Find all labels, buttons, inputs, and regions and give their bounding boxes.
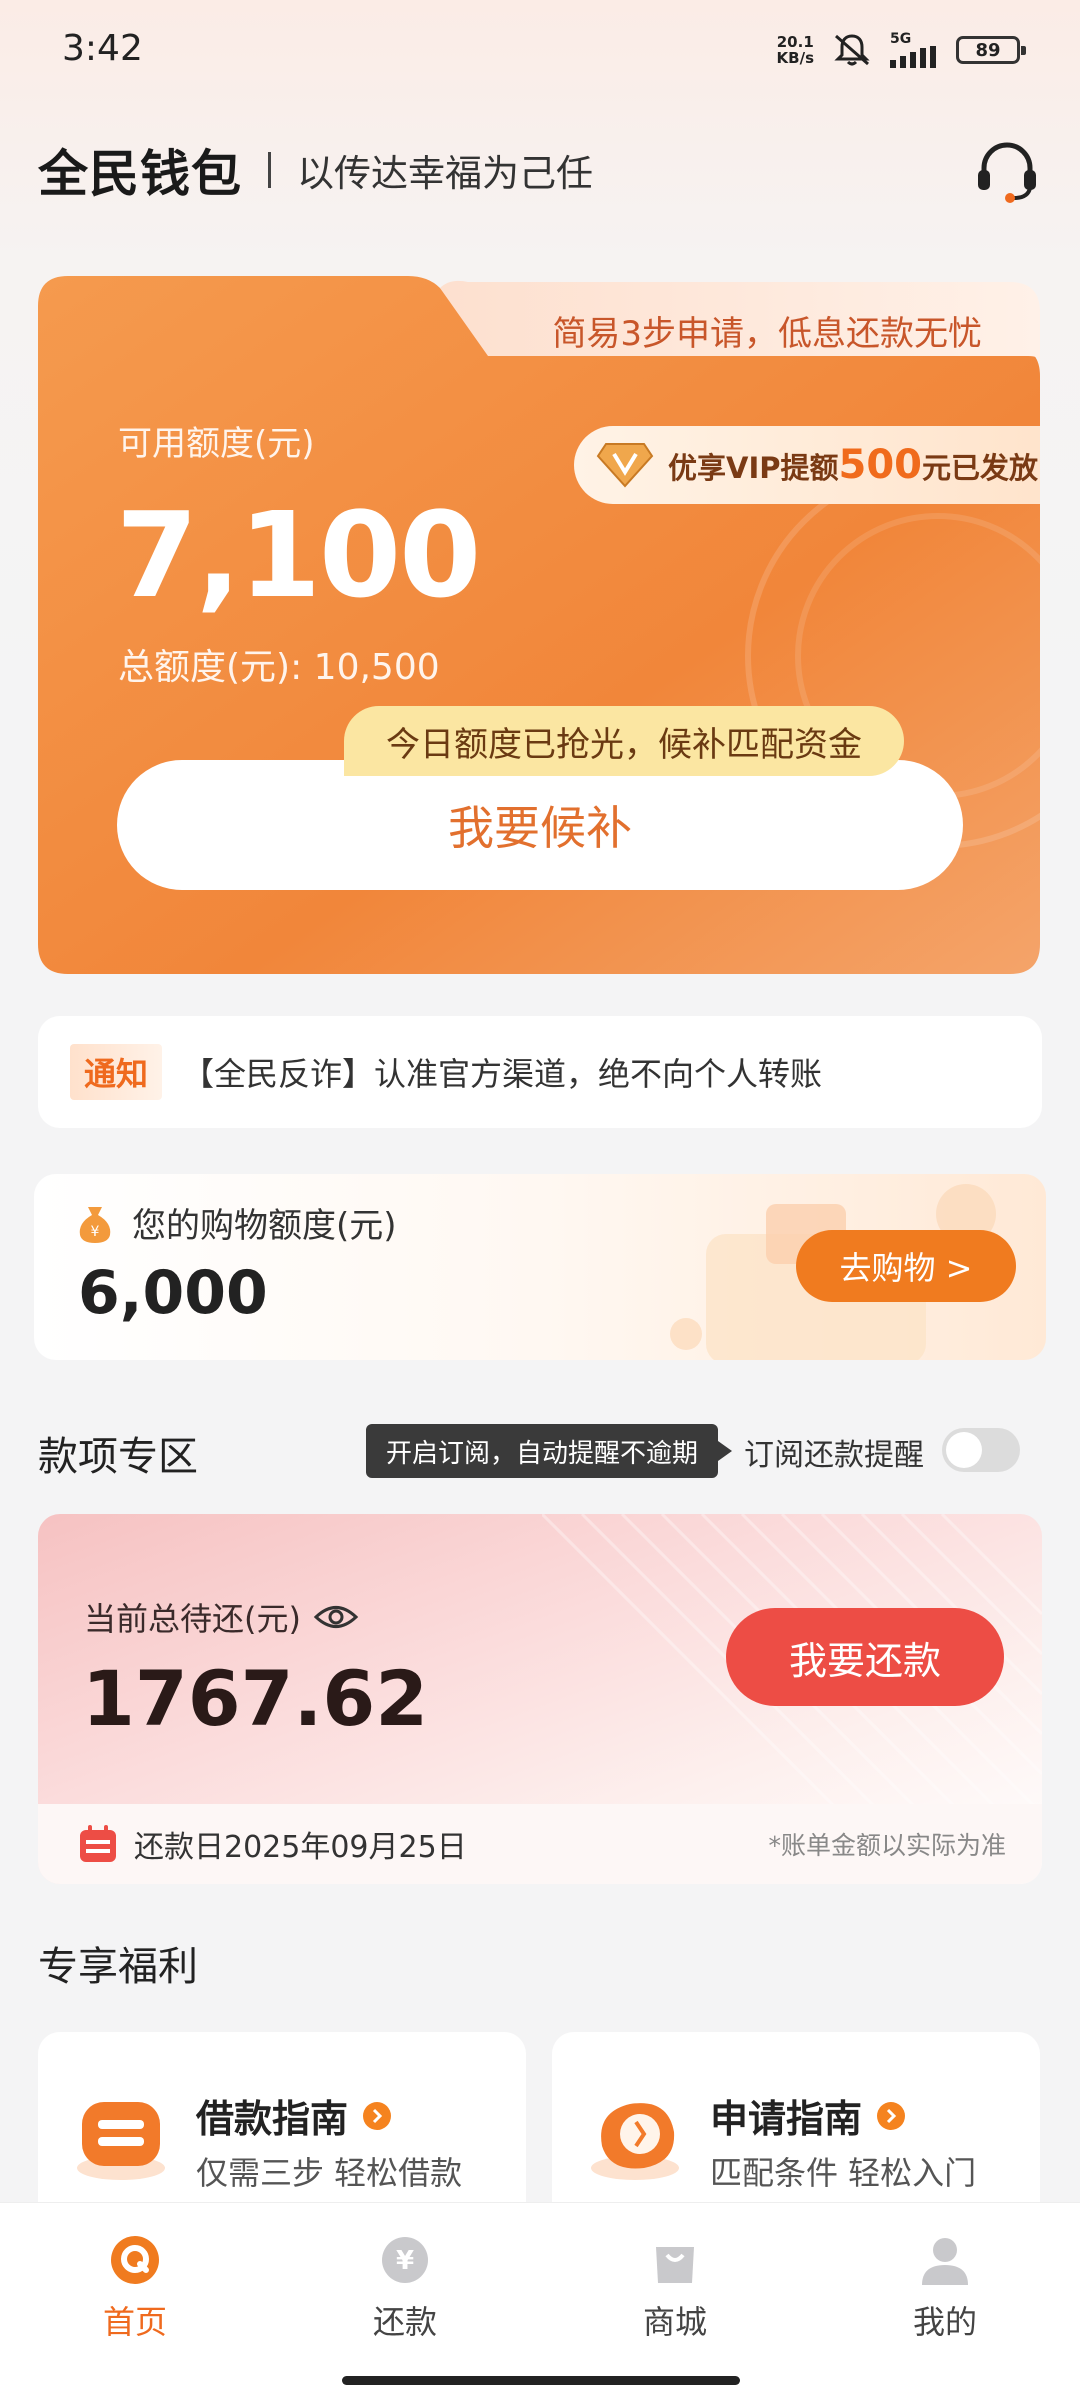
nav-item-mall[interactable]: 商城 xyxy=(600,2233,750,2343)
app-header: 全民钱包 以传达幸福为己任 xyxy=(38,132,1042,208)
bill-disclaimer: *账单金额以实际为准 xyxy=(768,1831,1006,1860)
due-label-row: 当前总待还(元) xyxy=(84,1594,359,1640)
due-date-row: 还款日2025年09月25日 *账单金额以实际为准 xyxy=(38,1804,1042,1884)
network-speed: 20.1 KB/s xyxy=(776,33,814,67)
signal-indicator: 5G xyxy=(890,32,938,68)
battery-indicator: 89 xyxy=(956,36,1026,64)
header-divider xyxy=(268,152,271,188)
money-bag-icon: ¥ xyxy=(79,1206,111,1243)
calendar-icon xyxy=(80,1825,116,1862)
nav-label: 首页 xyxy=(102,2303,167,2341)
status-icons: 20.1 KB/s 5G 89 xyxy=(776,30,1026,70)
nav-item-profile[interactable]: 我的 xyxy=(870,2233,1020,2343)
header-slogan: 以传达幸福为己任 xyxy=(297,152,593,195)
benefit-subtitle: 匹配条件 轻松入门 xyxy=(710,2154,977,2192)
diamond-icon xyxy=(596,443,654,488)
due-date: 还款日2025年09月25日 xyxy=(134,1830,467,1865)
arrow-circle-icon xyxy=(877,2101,906,2130)
notice-bar[interactable]: 通知 【全民反诈】认准官方渠道，绝不向个人转账 xyxy=(38,1016,1042,1128)
svg-text:¥: ¥ xyxy=(396,2246,414,2276)
shopping-credit-card: ¥ 您的购物额度(元) 6,000 去购物 > xyxy=(34,1174,1046,1360)
brand-logo: 全民钱包 xyxy=(38,145,242,203)
shopping-credit-amount: 6,000 xyxy=(78,1258,268,1328)
vip-badge[interactable]: 优享VIP提额500元已发放 xyxy=(574,426,1040,504)
card-tab-slogan: 简易3步申请，低息还款无忧 xyxy=(552,314,982,354)
credit-card: 简易3步申请，低息还款无忧 可用额度(元) 7,100 总额度(元): 10,5… xyxy=(38,276,1040,974)
status-time: 3:42 xyxy=(62,28,143,69)
status-bar: 3:42 20.1 KB/s 5G 89 xyxy=(0,0,1080,100)
yuan-icon: ¥ xyxy=(382,2237,428,2283)
shopping-bag-icon xyxy=(656,2247,694,2283)
notice-tag: 通知 xyxy=(70,1044,162,1100)
total-credit-line: 总额度(元): 10,500 xyxy=(118,647,440,688)
nav-item-home[interactable]: 首页 xyxy=(60,2233,210,2343)
nav-label: 还款 xyxy=(372,2303,437,2341)
waitlist-tip: 今日额度已抢光，候补匹配资金 xyxy=(344,706,904,776)
go-shopping-button[interactable]: 去购物 > xyxy=(796,1230,1016,1302)
repayment-card: 当前总待还(元) 1767.62 我要还款 还款日2025年09月25日 *账单… xyxy=(38,1514,1042,1884)
shopping-label-row: ¥ 您的购物额度(元) xyxy=(76,1198,397,1247)
mute-icon xyxy=(834,34,870,66)
signal-bars-icon xyxy=(890,46,936,68)
svg-text:¥: ¥ xyxy=(91,1224,100,1240)
vip-text: 优享VIP提额500元已发放 xyxy=(668,442,1039,488)
repay-button[interactable]: 我要还款 xyxy=(726,1608,1004,1706)
user-icon xyxy=(922,2238,968,2285)
benefit-subtitle: 仅需三步 轻松借款 xyxy=(196,2154,463,2192)
payments-section-title: 款项专区 xyxy=(38,1434,198,1480)
benefit-title: 申请指南 xyxy=(710,2097,863,2141)
benefit-title: 借款指南 xyxy=(196,2097,349,2141)
subscribe-tooltip: 开启订阅，自动提醒不逾期 xyxy=(366,1424,733,1478)
notice-text: 【全民反诈】认准官方渠道，绝不向个人转账 xyxy=(182,1055,823,1093)
waitlist-button[interactable]: 我要候补 xyxy=(117,760,963,890)
benefits-section-title: 专享福利 xyxy=(38,1944,198,1990)
total-due-amount: 1767.62 xyxy=(82,1654,429,1743)
benefit-title-row: 申请指南 xyxy=(710,2088,906,2143)
home-icon xyxy=(111,2236,159,2284)
arrow-circle-icon xyxy=(363,2101,392,2130)
nav-item-repay[interactable]: ¥ 还款 xyxy=(330,2233,480,2343)
headset-icon[interactable] xyxy=(972,136,1042,206)
eye-icon[interactable] xyxy=(313,1602,359,1632)
home-indicator[interactable] xyxy=(342,2376,740,2385)
subscribe-label: 订阅还款提醒 xyxy=(744,1438,924,1473)
available-credit-label: 可用额度(元) xyxy=(118,424,315,464)
nav-label: 商城 xyxy=(642,2303,707,2341)
benefit-title-row: 借款指南 xyxy=(196,2088,392,2143)
total-due-label: 当前总待还(元) xyxy=(84,1600,301,1638)
loan-guide-icon xyxy=(77,2102,165,2180)
bottom-navigation: 首页 ¥ 还款 商城 我的 xyxy=(0,2202,1080,2400)
apply-guide-icon xyxy=(591,2103,679,2180)
toggle-knob xyxy=(946,1432,982,1468)
shopping-credit-label: 您的购物额度(元) xyxy=(132,1206,397,1246)
available-credit-amount: 7,100 xyxy=(116,486,481,624)
subscribe-toggle[interactable] xyxy=(942,1428,1020,1472)
nav-label: 我的 xyxy=(912,2303,977,2341)
